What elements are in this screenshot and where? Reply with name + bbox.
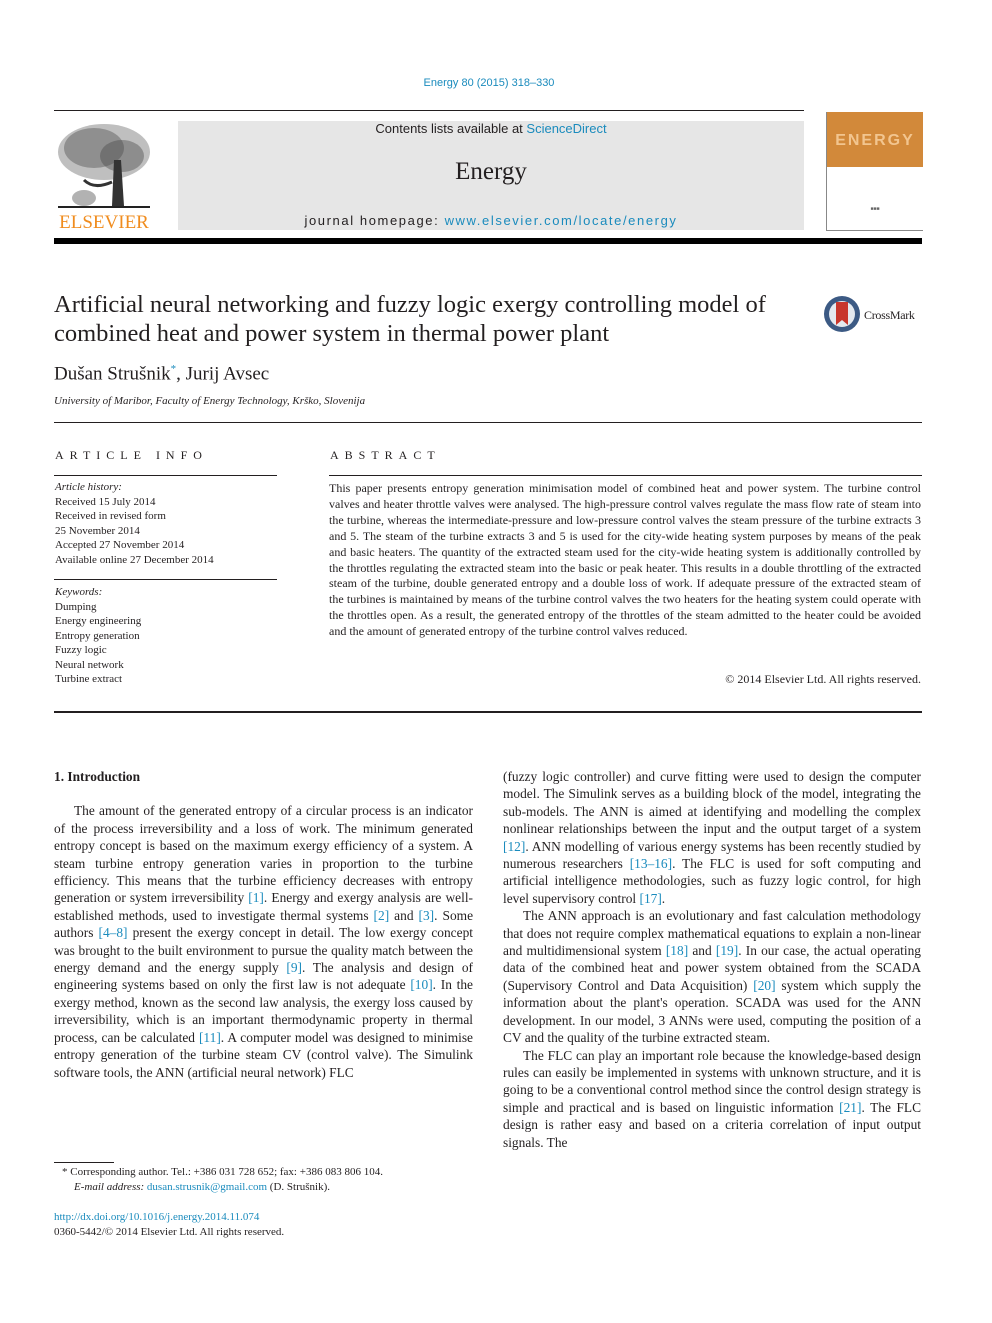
issn-copyright: 0360-5442/© 2014 Elsevier Ltd. All right… [54,1226,285,1238]
citation-link[interactable]: [18] [666,943,688,958]
elsevier-logo[interactable]: ELSEVIER [52,120,156,234]
citation-link[interactable]: [12] [503,839,525,854]
article-history: Article history: Received 15 July 2014 Re… [55,480,277,567]
section-heading-introduction: 1. Introduction [54,769,141,784]
body-left-column: 1. Introduction The amount of the genera… [54,768,473,1081]
header-top-rule [54,110,804,111]
corresponding-author-footnote: * Corresponding author. Tel.: +386 031 7… [62,1165,482,1195]
journal-banner: Contents lists available at ScienceDirec… [178,121,804,230]
cover-title: ENERGY [835,132,915,149]
body-paragraph: (fuzzy logic controller) and curve fitti… [503,769,921,906]
citation-link[interactable]: [9] [286,960,302,975]
author-separator: , [176,363,186,385]
history-item: Available online 27 December 2014 [55,553,214,566]
abstract-copyright: © 2014 Elsevier Ltd. All rights reserved… [725,672,921,686]
keyword-item[interactable]: Neural network [55,658,277,673]
title-divider [54,422,922,423]
citation-link[interactable]: [20] [753,978,775,993]
footnote-rule [54,1162,114,1163]
homepage-prefix: journal homepage: [304,213,445,228]
citation-link[interactable]: [4–8] [98,925,127,940]
body-paragraph: The FLC can play an important role becau… [503,1047,921,1150]
citation-link[interactable]: [1] [248,890,264,905]
author-affiliation: University of Maribor, Faculty of Energy… [54,395,366,407]
history-item: Received in revised form [55,510,166,522]
sciencedirect-link[interactable]: ScienceDirect [526,121,606,136]
keywords-section: Keywords: Dumping Energy engineering Entro… [55,585,277,687]
article-title: Artificial neural networking and fuzzy l… [54,291,766,347]
keyword-item[interactable]: Fuzzy logic [55,643,277,658]
header-thick-rule [54,238,922,244]
crossmark-button[interactable]: CrossMark [824,296,924,336]
abstract-divider [329,475,922,476]
email-label: E-mail address: [74,1181,147,1193]
abstract-heading: ABSTRACT [330,448,441,462]
keyword-item[interactable]: Turbine extract [55,672,277,687]
email-line: E-mail address: dusan.strusnik@gmail.com… [62,1180,482,1195]
history-item: 25 November 2014 [55,524,140,537]
publication-footer: http://dx.doi.org/10.1016/j.energy.2014.… [54,1210,474,1240]
citation-link[interactable]: [13–16] [630,856,672,871]
journal-reference-link[interactable]: Energy 80 (2015) 318–330 [0,77,978,89]
citation-link[interactable]: [3] [419,908,435,923]
contents-prefix: Contents lists available at [375,121,527,136]
author-name[interactable]: Dušan Strušnik [54,363,171,384]
body-paragraph: The amount of the generated entropy of a… [54,803,474,1080]
doi-link[interactable]: http://dx.doi.org/10.1016/j.energy.2014.… [54,1210,474,1225]
journal-name: Energy [455,158,527,185]
history-item: Accepted 27 November 2014 [55,539,185,551]
journal-homepage-link[interactable]: www.elsevier.com/locate/energy [445,213,678,228]
citation-link[interactable]: [17] [639,891,661,906]
body-right-column: (fuzzy logic controller) and curve fitti… [503,768,921,1151]
keyword-item[interactable]: Entropy generation [55,629,277,644]
email-suffix: (D. Strušnik). [267,1181,330,1193]
contents-available-line: Contents lists available at ScienceDirec… [178,121,804,136]
citation-link[interactable]: [2] [374,908,390,923]
citation-link[interactable]: [10] [410,977,432,992]
abstract-bottom-rule [54,711,922,713]
history-item: Received 15 July 2014 [55,495,156,508]
keyword-item[interactable]: Energy engineering [55,614,277,629]
citation-link[interactable]: [11] [199,1030,221,1045]
elsevier-tree-icon [54,120,154,212]
crossmark-label: CrossMark [864,308,915,322]
author-email-link[interactable]: dusan.strusnik@gmail.com [147,1181,267,1193]
article-info-heading: ARTICLE INFO [55,448,208,462]
journal-cover-thumbnail[interactable]: ENERGY ■■■ [826,112,923,231]
keywords-divider [54,579,277,580]
author-list: Dušan Strušnik*, Jurij Avsec [54,363,269,385]
citation-link[interactable]: [21] [839,1100,861,1115]
journal-homepage-line: journal homepage: www.elsevier.com/locat… [178,213,804,228]
article-history-label: Article history: [55,481,122,493]
cover-sciencedirect-mark: ■■■ [870,206,880,212]
elsevier-wordmark: ELSEVIER [59,212,149,233]
keywords-label: Keywords: [55,586,103,598]
corresponding-author-contact: * Corresponding author. Tel.: +386 031 7… [62,1166,383,1178]
citation-link[interactable]: [19] [716,943,738,958]
keyword-item[interactable]: Dumping [55,600,277,615]
abstract-text: This paper presents entropy generation m… [329,481,921,639]
article-info-divider [54,475,277,476]
author-name[interactable]: Jurij Avsec [186,363,270,384]
body-paragraph: The ANN approach is an evolutionary and … [503,908,921,1046]
crossmark-icon [824,296,860,332]
